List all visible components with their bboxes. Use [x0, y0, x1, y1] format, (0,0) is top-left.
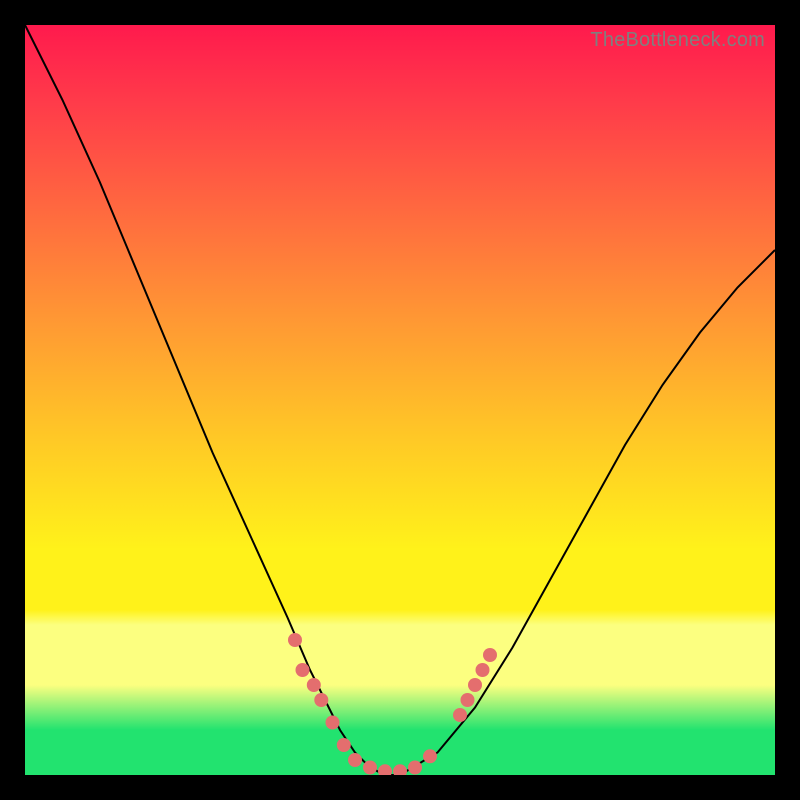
- curve-marker: [326, 716, 340, 730]
- curve-marker: [348, 753, 362, 767]
- curve-marker: [288, 633, 302, 647]
- marker-group: [288, 633, 497, 775]
- plot-area: TheBottleneck.com: [25, 25, 775, 775]
- curve-marker: [468, 678, 482, 692]
- curve-marker: [453, 708, 467, 722]
- curve-marker: [423, 749, 437, 763]
- curve-marker: [314, 693, 328, 707]
- chart-frame: TheBottleneck.com: [0, 0, 800, 800]
- curve-marker: [296, 663, 310, 677]
- curve-marker: [483, 648, 497, 662]
- bottleneck-curve: [25, 25, 775, 775]
- curve-marker: [476, 663, 490, 677]
- curve-marker: [307, 678, 321, 692]
- curve-marker: [363, 761, 377, 775]
- curve-marker: [337, 738, 351, 752]
- curve-marker: [378, 764, 392, 775]
- chart-svg: [25, 25, 775, 775]
- curve-marker: [408, 761, 422, 775]
- curve-marker: [461, 693, 475, 707]
- curve-marker: [393, 764, 407, 775]
